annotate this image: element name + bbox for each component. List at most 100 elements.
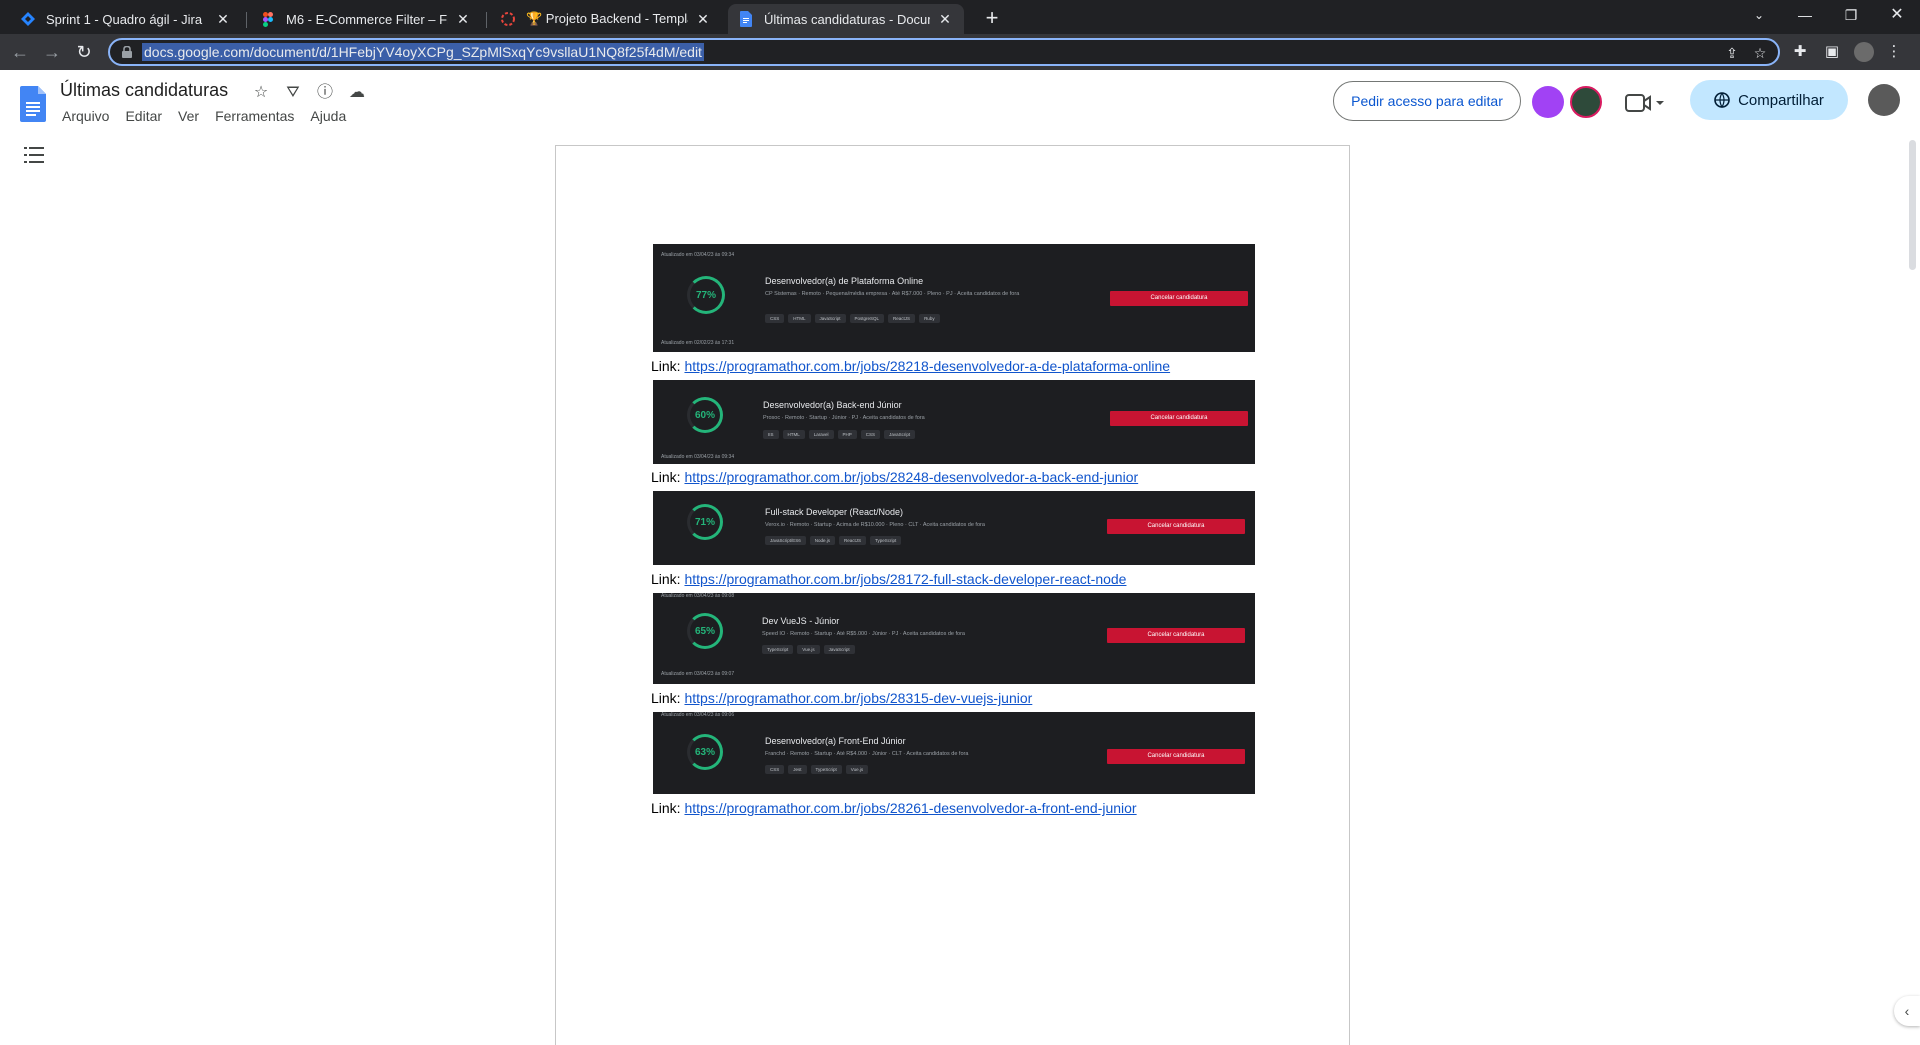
updated-text: Atualizado em 03/04/23 às 09:08 [661, 593, 735, 599]
menubar: Arquivo Editar Ver Ferramentas Ajuda [54, 106, 354, 126]
cloud-saved-icon[interactable]: ☁ [346, 82, 368, 104]
minimize-button[interactable]: — [1782, 0, 1828, 30]
scrollbar-thumb[interactable] [1909, 140, 1916, 270]
link-prefix: Link: [651, 800, 685, 816]
figma-icon [260, 11, 276, 27]
new-tab-button[interactable]: + [978, 5, 1006, 33]
share-page-icon[interactable]: ⇪ [1722, 44, 1742, 62]
close-icon[interactable]: ✕ [694, 11, 712, 28]
updated-text: Atualizado em 03/04/23 às 09:34 [661, 252, 735, 258]
url-text: docs.google.com/document/d/1HFebjYV4oyXC… [142, 43, 704, 61]
tab-jira[interactable]: Sprint 1 - Quadro ágil - Jira ✕ [10, 4, 242, 34]
tab-separator [486, 12, 487, 28]
close-icon[interactable]: ✕ [936, 11, 954, 28]
tag: TypeScript [762, 645, 794, 654]
lock-icon [122, 46, 132, 58]
tag: Laravel [808, 430, 834, 439]
collaborator-avatar[interactable] [1570, 86, 1602, 118]
link-prefix: Link: [651, 571, 685, 587]
tag: TypeScript [870, 536, 902, 545]
job-screenshot-image: Atualizado em 03/04/23 às 09:06 63% Dese… [653, 712, 1255, 794]
cancel-application-button: Cancelar candidatura [1107, 749, 1245, 764]
job-link[interactable]: https://programathor.com.br/jobs/28218-d… [684, 358, 1170, 374]
collaborator-avatar[interactable] [1532, 86, 1564, 118]
tag: Ruby [919, 314, 940, 323]
chevron-left-icon[interactable]: ‹ [1894, 996, 1920, 1026]
updated-text: Atualizado em 02/02/23 às 17:31 [661, 340, 735, 346]
job-tags: TypeScript Vue.js JavaScript [762, 645, 855, 654]
match-percent: 65% [694, 625, 715, 637]
tab-ultimas-candidaturas[interactable]: Últimas candidaturas - Documen ✕ [728, 4, 964, 34]
profile-avatar[interactable] [1854, 42, 1874, 62]
menu-kebab-icon[interactable]: ⋮ [1884, 42, 1904, 62]
job-meta: Verox.io · Remoto · Startup · Acima de R… [765, 522, 985, 528]
document-outline-icon[interactable] [24, 146, 46, 164]
job-link[interactable]: https://programathor.com.br/jobs/28172-f… [684, 571, 1126, 587]
tab-figma[interactable]: M6 - E-Commerce Filter – Figma ✕ [250, 4, 482, 34]
forward-icon[interactable]: → [38, 38, 66, 66]
link-prefix: Link: [651, 469, 685, 485]
tag: Jest [788, 765, 807, 774]
menu-arquivo[interactable]: Arquivo [54, 106, 117, 126]
tag: TypeScript [810, 765, 842, 774]
browser-toolbar: ← → ↻ docs.google.com/document/d/1HFebjY… [0, 34, 1920, 70]
job-title: Dev VueJS - Júnior [762, 616, 840, 626]
request-edit-access-button[interactable]: Pedir acesso para editar [1333, 81, 1521, 121]
tab-search-icon[interactable]: ⌄ [1736, 0, 1782, 30]
menu-ajuda[interactable]: Ajuda [302, 106, 354, 126]
job-link[interactable]: https://programathor.com.br/jobs/28261-d… [684, 800, 1136, 816]
job-link-line: Link: https://programathor.com.br/jobs/2… [651, 571, 1126, 587]
move-to-drive-icon[interactable]: ⛛ [282, 82, 304, 104]
docs-header: Últimas candidaturas ☆ ⛛ ⓘ ☁ Arquivo Edi… [0, 70, 1920, 134]
tab-projeto-backend[interactable]: 🏆 Projeto Backend - Template 2 ✕ [490, 4, 722, 34]
account-avatar[interactable] [1868, 84, 1900, 116]
share-button[interactable]: Compartilhar [1690, 80, 1848, 120]
job-screenshot-image: Atualizado em 03/04/23 às 09:34 77% Dese… [653, 244, 1255, 352]
job-link-line: Link: https://programathor.com.br/jobs/2… [651, 800, 1137, 816]
bookmark-star-icon[interactable]: ☆ [1750, 44, 1770, 62]
address-bar[interactable]: docs.google.com/document/d/1HFebjYV4oyXC… [108, 38, 1780, 66]
job-tags: CSS HTML JavaScript PostgreSQL ReactJS R… [765, 314, 940, 323]
close-icon[interactable]: ✕ [454, 11, 472, 28]
job-tags: IIS HTML Laravel PHP CSS JavaScript [763, 430, 916, 439]
meet-video-icon[interactable] [1624, 92, 1664, 114]
extensions-icon[interactable]: ✚ [1790, 42, 1810, 62]
job-tags: CSS Jest TypeScript Vue.js [765, 765, 869, 774]
google-docs-logo-icon[interactable] [20, 86, 46, 122]
side-panel-icon[interactable]: ▣ [1822, 42, 1842, 62]
job-link-line: Link: https://programathor.com.br/jobs/2… [651, 358, 1170, 374]
menu-editar[interactable]: Editar [117, 106, 170, 126]
job-meta: Franchd · Remoto · Startup · Até R$4.000… [765, 751, 969, 757]
tag: CSS [860, 430, 881, 439]
job-link-line: Link: https://programathor.com.br/jobs/2… [651, 469, 1138, 485]
tab-separator [246, 12, 247, 28]
restore-button[interactable]: ❐ [1828, 0, 1874, 30]
reload-icon[interactable]: ↻ [70, 38, 98, 66]
updated-text: Atualizado em 03/04/23 às 09:07 [661, 671, 735, 677]
match-ring: 71% [687, 504, 723, 540]
close-window-button[interactable]: ✕ [1874, 0, 1920, 30]
cancel-application-button: Cancelar candidatura [1107, 628, 1245, 643]
match-ring: 60% [687, 397, 723, 433]
job-tags: JavaScript/ES6 Node.js ReactJS TypeScrip… [765, 536, 902, 545]
google-docs-icon [738, 11, 754, 27]
job-link[interactable]: https://programathor.com.br/jobs/28315-d… [684, 690, 1032, 706]
tag: HTML [782, 430, 805, 439]
tag: PHP [837, 430, 857, 439]
back-icon[interactable]: ← [6, 38, 34, 66]
star-icon[interactable]: ☆ [250, 82, 272, 104]
menu-ferramentas[interactable]: Ferramentas [207, 106, 302, 126]
document-title[interactable]: Últimas candidaturas [60, 80, 228, 101]
close-icon[interactable]: ✕ [214, 11, 232, 28]
job-title: Desenvolvedor(a) Front-End Júnior [765, 736, 906, 746]
tab-title: Últimas candidaturas - Documen [764, 11, 930, 27]
share-label: Compartilhar [1738, 91, 1824, 109]
job-screenshot-image: 71% Full-stack Developer (React/Node) Ve… [653, 491, 1255, 565]
link-prefix: Link: [651, 358, 685, 374]
link-prefix: Link: [651, 690, 685, 706]
job-title: Desenvolvedor(a) de Plataforma Online [765, 276, 924, 286]
job-title: Full-stack Developer (React/Node) [765, 507, 904, 517]
job-link[interactable]: https://programathor.com.br/jobs/28248-d… [684, 469, 1138, 485]
menu-ver[interactable]: Ver [170, 106, 207, 126]
info-icon[interactable]: ⓘ [314, 82, 336, 104]
